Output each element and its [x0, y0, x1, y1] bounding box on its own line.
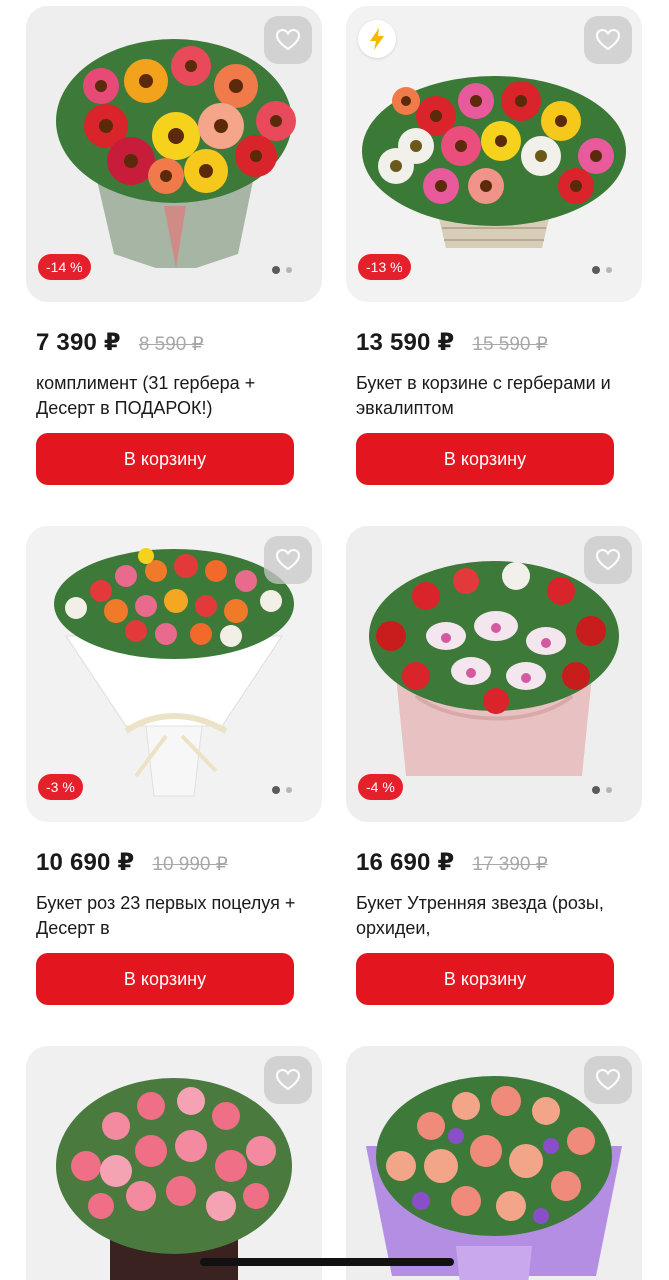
- pagination-dot: [606, 267, 612, 273]
- add-to-cart-button[interactable]: В корзину: [36, 433, 294, 485]
- product-title[interactable]: комплимент (31 гербера + Десерт в ПОДАРО…: [26, 371, 316, 421]
- favorite-button[interactable]: [584, 1056, 632, 1104]
- old-price: 17 390 ₽: [472, 854, 548, 875]
- product-card[interactable]: -14 % 7 390 ₽ 8 590 ₽ комплимент (31 гер…: [26, 6, 322, 485]
- lightning-bolt-icon: [370, 28, 384, 50]
- current-price: 16 690 ₽: [356, 849, 455, 876]
- add-to-cart-button[interactable]: В корзину: [356, 433, 614, 485]
- product-title[interactable]: Букет в корзине с герберами и эвкалиптом: [346, 371, 636, 421]
- old-price: 10 990 ₽: [152, 854, 228, 875]
- heart-outline-icon: [275, 28, 301, 51]
- home-indicator[interactable]: [200, 1258, 454, 1266]
- product-card[interactable]: -3 % 10 690 ₽ 10 990 ₽ Букет роз 23 перв…: [26, 526, 322, 1005]
- discount-badge: -13 %: [358, 254, 411, 280]
- price-row: 10 690 ₽ 10 990 ₽: [26, 848, 322, 877]
- favorite-button[interactable]: [584, 16, 632, 64]
- favorite-button[interactable]: [264, 16, 312, 64]
- old-price: 8 590 ₽: [138, 334, 204, 355]
- pagination-dot: [286, 787, 292, 793]
- heart-outline-icon: [595, 28, 621, 51]
- pagination-dot-active: [272, 786, 280, 794]
- pagination-dot-active: [592, 786, 600, 794]
- image-pagination: [272, 786, 292, 794]
- heart-outline-icon: [275, 548, 301, 571]
- heart-outline-icon: [595, 548, 621, 571]
- price-row: 16 690 ₽ 17 390 ₽: [346, 848, 642, 877]
- image-pagination: [592, 786, 612, 794]
- old-price: 15 590 ₽: [472, 334, 548, 355]
- product-image[interactable]: [346, 1046, 642, 1280]
- price-row: 13 590 ₽ 15 590 ₽: [346, 328, 642, 357]
- express-delivery-badge: [358, 20, 396, 58]
- product-image[interactable]: [26, 1046, 322, 1280]
- product-image[interactable]: -13 %: [346, 6, 642, 302]
- heart-outline-icon: [595, 1068, 621, 1091]
- add-to-cart-button[interactable]: В корзину: [36, 953, 294, 1005]
- product-card[interactable]: [26, 1046, 322, 1280]
- discount-badge: -14 %: [38, 254, 91, 280]
- favorite-button[interactable]: [264, 1056, 312, 1104]
- pagination-dot-active: [592, 266, 600, 274]
- favorite-button[interactable]: [584, 536, 632, 584]
- product-grid: -14 % 7 390 ₽ 8 590 ₽ комплимент (31 гер…: [0, 0, 669, 1280]
- product-image[interactable]: -4 %: [346, 526, 642, 822]
- product-title[interactable]: Букет Утренняя звезда (розы, орхидеи,: [346, 891, 636, 941]
- current-price: 7 390 ₽: [36, 329, 121, 356]
- pagination-dot-active: [272, 266, 280, 274]
- product-image[interactable]: -3 %: [26, 526, 322, 822]
- image-pagination: [592, 266, 612, 274]
- product-card[interactable]: -4 % 16 690 ₽ 17 390 ₽ Букет Утренняя зв…: [346, 526, 642, 1005]
- price-row: 7 390 ₽ 8 590 ₽: [26, 328, 322, 357]
- discount-badge: -4 %: [358, 774, 403, 800]
- current-price: 13 590 ₽: [356, 329, 455, 356]
- favorite-button[interactable]: [264, 536, 312, 584]
- pagination-dot: [606, 787, 612, 793]
- add-to-cart-button[interactable]: В корзину: [356, 953, 614, 1005]
- product-image[interactable]: -14 %: [26, 6, 322, 302]
- product-title[interactable]: Букет роз 23 первых поцелуя + Десерт в: [26, 891, 316, 941]
- current-price: 10 690 ₽: [36, 849, 135, 876]
- discount-badge: -3 %: [38, 774, 83, 800]
- heart-outline-icon: [275, 1068, 301, 1091]
- product-card[interactable]: [346, 1046, 642, 1280]
- image-pagination: [272, 266, 292, 274]
- pagination-dot: [286, 267, 292, 273]
- product-card[interactable]: -13 % 13 590 ₽ 15 590 ₽ Букет в корзине …: [346, 6, 642, 485]
